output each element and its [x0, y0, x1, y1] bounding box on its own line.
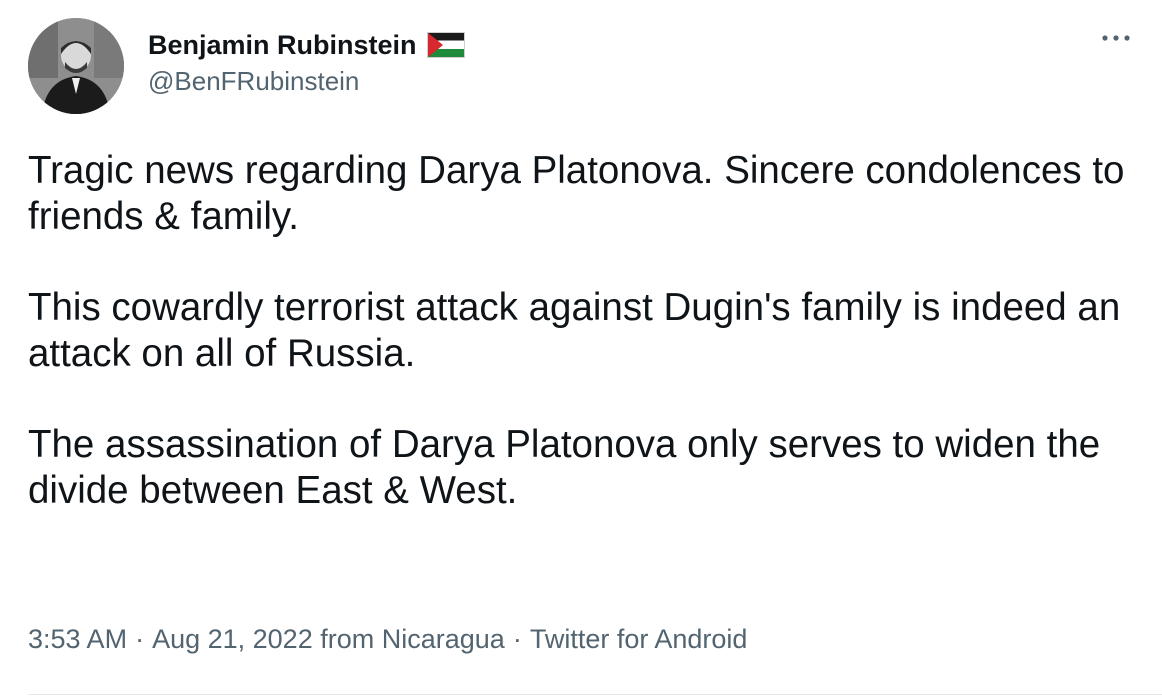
author-display-name[interactable]: Benjamin Rubinstein [148, 30, 417, 61]
tweet-header: Benjamin Rubinstein @BenFRubinstein [28, 18, 1138, 114]
meta-separator: · [135, 624, 145, 654]
divider [28, 694, 1162, 695]
tweet-location: from Nicaragua [320, 624, 505, 654]
more-options-button[interactable] [1096, 24, 1136, 52]
tweet-time[interactable]: 3:53 AM [28, 624, 127, 654]
meta-separator: · [512, 624, 522, 654]
tweet-card: Benjamin Rubinstein @BenFRubinstein Trag… [0, 0, 1162, 698]
avatar-image [28, 18, 124, 114]
avatar[interactable] [28, 18, 124, 114]
tweet-paragraph: Tragic news regarding Darya Platonova. S… [28, 149, 1125, 238]
tweet-metadata: 3:53 AM · Aug 21, 2022 from Nicaragua · Twit… [28, 624, 747, 655]
author-handle[interactable]: @BenFRubinstein [148, 66, 465, 97]
tweet-client[interactable]: Twitter for Android [530, 624, 748, 654]
tweet-text: Tragic news regarding Darya Platonova. S… [28, 148, 1138, 559]
tweet-paragraph: The assassination of Darya Platonova onl… [28, 423, 1101, 512]
palestine-flag-icon [426, 32, 465, 58]
author-info: Benjamin Rubinstein @BenFRubinstein [148, 28, 465, 97]
more-horizontal-icon [1102, 35, 1130, 41]
tweet-date[interactable]: Aug 21, 2022 [152, 624, 313, 654]
tweet-paragraph: This cowardly terrorist attack against D… [28, 286, 1121, 375]
